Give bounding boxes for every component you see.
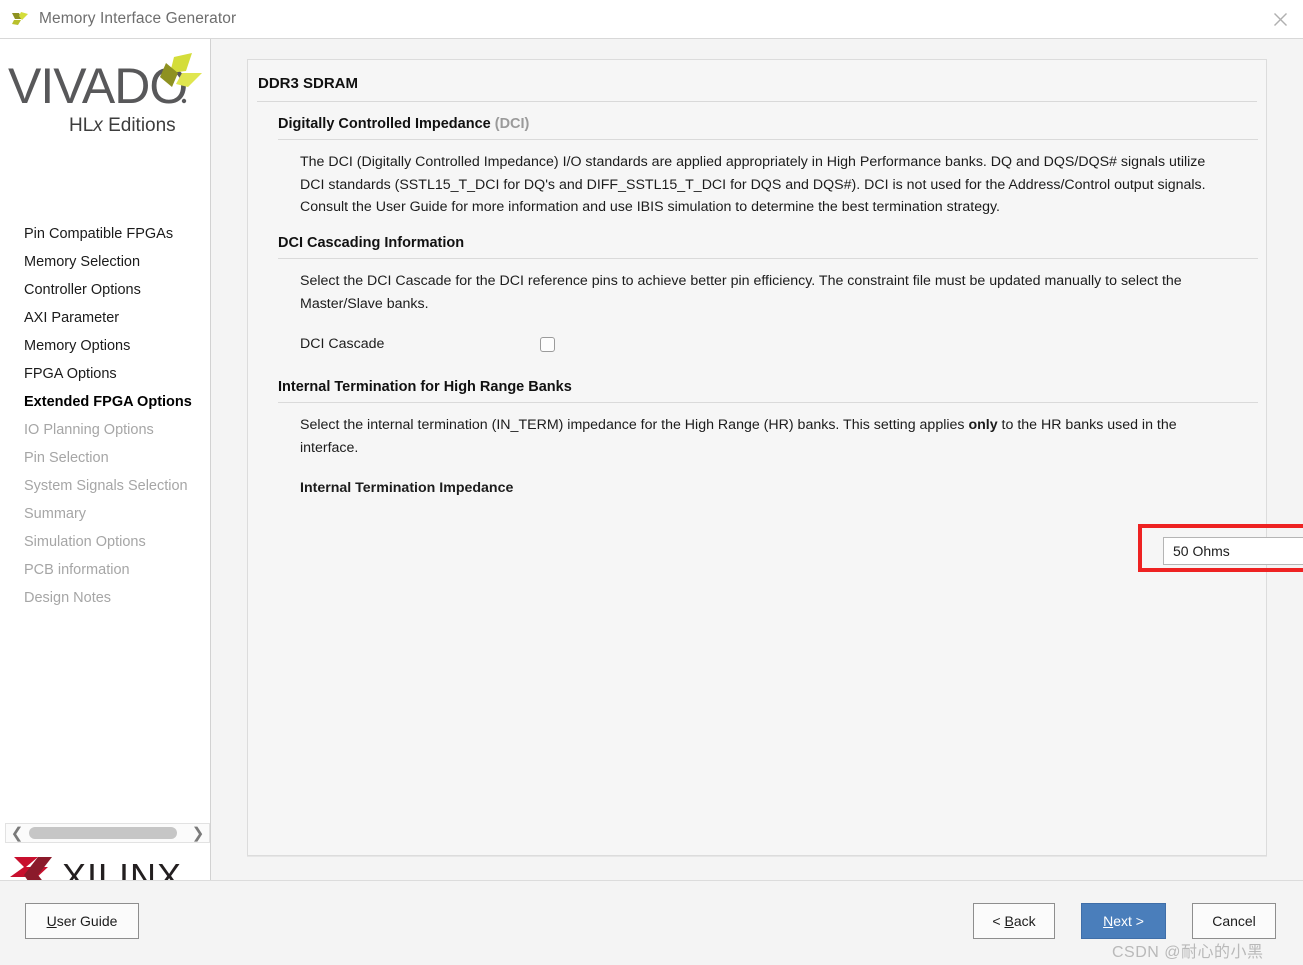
section-body-dci-cascading: Select the DCI Cascade for the DCI refer… bbox=[300, 273, 1182, 312]
section-dci: Digitally Controlled Impedance (DCI) The… bbox=[278, 116, 1258, 219]
next-button[interactable]: Next > bbox=[1081, 903, 1166, 939]
dci-cascade-label: DCI Cascade bbox=[300, 336, 385, 352]
user-guide-label: ser Guide bbox=[56, 913, 118, 929]
scrollbar-track[interactable] bbox=[28, 824, 187, 842]
back-label: ack bbox=[1013, 913, 1036, 929]
back-prefix: < bbox=[992, 913, 1005, 929]
sidebar-horizontal-scrollbar[interactable]: ❮ ❯ bbox=[5, 823, 210, 843]
sidebar-item-fpga-options[interactable]: FPGA Options bbox=[0, 360, 211, 388]
back-mnemonic: B bbox=[1004, 913, 1014, 929]
sidebar-item-controller-options[interactable]: Controller Options bbox=[0, 276, 211, 304]
dci-cascade-field-row: DCI Cascade bbox=[300, 331, 1258, 357]
window-titlebar: Memory Interface Generator bbox=[0, 0, 1303, 39]
sidebar-item-pin-selection: Pin Selection bbox=[24, 450, 109, 466]
sidebar-item-extended-fpga-options[interactable]: Extended FPGA Options bbox=[0, 388, 211, 416]
section-heading-dci-cascading: DCI Cascading Information bbox=[278, 235, 465, 251]
section-divider-dci bbox=[278, 139, 1258, 140]
section-dci-cascading: DCI Cascading Information Select the DCI… bbox=[278, 235, 1258, 357]
dropdown-selected-value: 50 Ohms bbox=[1173, 543, 1230, 559]
section-body-dci: The DCI (Digitally Controlled Impedance)… bbox=[300, 154, 1206, 215]
csdn-watermark: CSDN @耐心的小黑 bbox=[1112, 944, 1264, 961]
page-title-divider bbox=[257, 101, 1257, 102]
svg-text:VIVADO: VIVADO bbox=[8, 58, 187, 114]
sidebar-item-memory-options[interactable]: Memory Options bbox=[0, 332, 211, 360]
dci-cascade-checkbox[interactable] bbox=[540, 336, 555, 352]
sidebar-item-memory-selection[interactable]: Memory Selection bbox=[0, 248, 211, 276]
chevron-left-icon[interactable]: ❮ bbox=[6, 824, 28, 842]
section-heading-dci: Digitally Controlled Impedance (DCI) bbox=[278, 116, 1258, 132]
close-icon[interactable] bbox=[1257, 0, 1303, 38]
cancel-button[interactable]: Cancel bbox=[1192, 903, 1276, 939]
sidebar-item-pcb-information: PCB information bbox=[24, 562, 130, 578]
sidebar-item-axi-parameter[interactable]: AXI Parameter bbox=[0, 304, 211, 332]
section-heading-dci-suffix: (DCI) bbox=[494, 116, 530, 132]
back-button[interactable]: < Back bbox=[973, 903, 1055, 939]
sidebar-item-design-notes: Design Notes bbox=[24, 590, 112, 606]
next-label: ext > bbox=[1113, 913, 1144, 929]
section-internal-termination: Internal Termination for High Range Bank… bbox=[278, 379, 1258, 501]
sidebar-item-io-planning-options: IO Planning Options bbox=[24, 422, 154, 438]
section-divider-dci-cascading bbox=[278, 258, 1258, 259]
svg-text:HLx Editions: HLx Editions bbox=[69, 115, 176, 136]
user-guide-button[interactable]: User Guide bbox=[25, 903, 139, 939]
sidebar-item-pin-compatible-fpgas[interactable]: Pin Compatible FPGAs bbox=[0, 220, 211, 248]
user-guide-mnemonic: U bbox=[46, 913, 57, 929]
internal-termination-impedance-label: Internal Termination Impedance bbox=[300, 480, 514, 496]
internal-termination-field-row: Internal Termination Impedance bbox=[300, 475, 1258, 501]
sidebar-nav: Pin Compatible FPGAs Memory Selection Co… bbox=[0, 220, 211, 612]
vivado-chevron-icon bbox=[12, 12, 28, 25]
scrollbar-thumb[interactable] bbox=[29, 827, 177, 839]
section-heading-internal-termination: Internal Termination for High Range Bank… bbox=[278, 379, 572, 395]
sidebar-item-simulation-options: Simulation Options bbox=[24, 534, 146, 550]
section-body-internal-termination: Select the internal termination (IN_TERM… bbox=[300, 417, 1177, 456]
section-divider-internal-termination bbox=[278, 402, 1258, 403]
content-panel: DDR3 SDRAM Digitally Controlled Impedanc… bbox=[247, 59, 1303, 856]
chevron-right-icon[interactable]: ❯ bbox=[187, 824, 209, 842]
sidebar-item-summary: Summary bbox=[24, 506, 87, 522]
sidebar-item-system-signals-selection: System Signals Selection bbox=[24, 478, 188, 494]
next-mnemonic: N bbox=[1103, 913, 1114, 929]
cancel-label: Cancel bbox=[1212, 913, 1256, 929]
memory-interface-generator-window: Memory Interface Generator VIVADO HLx Ed… bbox=[0, 0, 1303, 965]
window-title: Memory Interface Generator bbox=[39, 10, 237, 27]
page-title: DDR3 SDRAM bbox=[258, 75, 359, 92]
internal-termination-impedance-dropdown[interactable]: 50 Ohms bbox=[1163, 537, 1303, 565]
sidebar: VIVADO HLx Editions Pin Compatible FPGAs… bbox=[0, 39, 211, 897]
main-content-area: DDR3 SDRAM Digitally Controlled Impedanc… bbox=[211, 39, 1303, 880]
section-heading-dci-text: Digitally Controlled Impedance bbox=[278, 116, 491, 132]
vivado-logo: VIVADO HLx Editions bbox=[8, 53, 202, 136]
